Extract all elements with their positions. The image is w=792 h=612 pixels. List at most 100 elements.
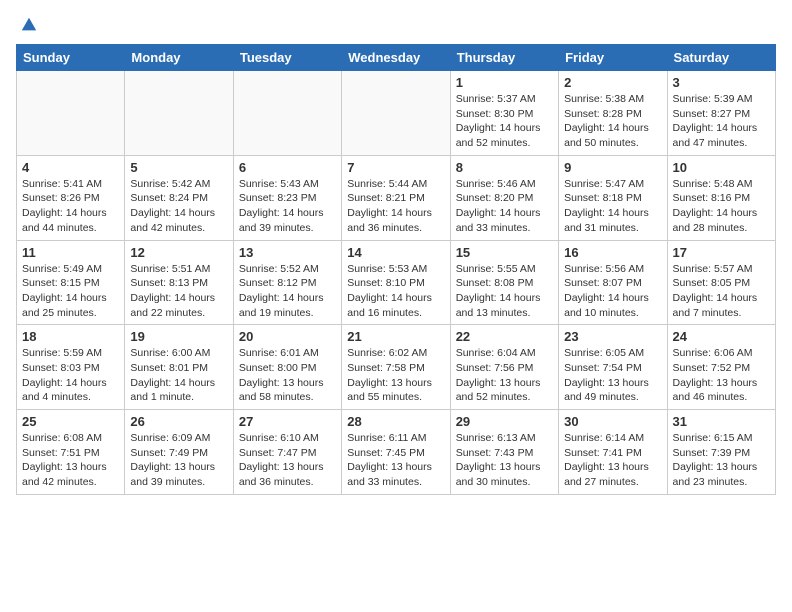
day-info: Sunrise: 5:41 AMSunset: 8:26 PMDaylight:… bbox=[22, 177, 119, 236]
calendar-body: 1 Sunrise: 5:37 AMSunset: 8:30 PMDaylight… bbox=[17, 71, 776, 495]
day-number: 1 bbox=[456, 75, 553, 90]
day-info: Sunrise: 6:04 AMSunset: 7:56 PMDaylight:… bbox=[456, 346, 553, 405]
day-info: Sunrise: 6:00 AMSunset: 8:01 PMDaylight:… bbox=[130, 346, 227, 405]
calendar-cell bbox=[342, 71, 450, 156]
day-number: 18 bbox=[22, 329, 119, 344]
calendar-cell: 12 Sunrise: 5:51 AMSunset: 8:13 PMDayligh… bbox=[125, 240, 233, 325]
day-number: 26 bbox=[130, 414, 227, 429]
logo bbox=[16, 16, 38, 34]
day-info: Sunrise: 6:05 AMSunset: 7:54 PMDaylight:… bbox=[564, 346, 661, 405]
day-info: Sunrise: 5:55 AMSunset: 8:08 PMDaylight:… bbox=[456, 262, 553, 321]
day-number: 29 bbox=[456, 414, 553, 429]
day-number: 9 bbox=[564, 160, 661, 175]
day-info: Sunrise: 5:51 AMSunset: 8:13 PMDaylight:… bbox=[130, 262, 227, 321]
calendar-cell: 28 Sunrise: 6:11 AMSunset: 7:45 PMDayligh… bbox=[342, 410, 450, 495]
calendar-cell: 1 Sunrise: 5:37 AMSunset: 8:30 PMDaylight… bbox=[450, 71, 558, 156]
week-row-5: 25 Sunrise: 6:08 AMSunset: 7:51 PMDayligh… bbox=[17, 410, 776, 495]
week-row-1: 1 Sunrise: 5:37 AMSunset: 8:30 PMDaylight… bbox=[17, 71, 776, 156]
day-number: 22 bbox=[456, 329, 553, 344]
calendar-cell: 31 Sunrise: 6:15 AMSunset: 7:39 PMDayligh… bbox=[667, 410, 775, 495]
calendar-cell: 2 Sunrise: 5:38 AMSunset: 8:28 PMDaylight… bbox=[559, 71, 667, 156]
day-info: Sunrise: 6:14 AMSunset: 7:41 PMDaylight:… bbox=[564, 431, 661, 490]
day-info: Sunrise: 6:15 AMSunset: 7:39 PMDaylight:… bbox=[673, 431, 770, 490]
day-number: 21 bbox=[347, 329, 444, 344]
calendar-cell bbox=[233, 71, 341, 156]
day-info: Sunrise: 5:52 AMSunset: 8:12 PMDaylight:… bbox=[239, 262, 336, 321]
calendar-cell: 24 Sunrise: 6:06 AMSunset: 7:52 PMDayligh… bbox=[667, 325, 775, 410]
day-number: 17 bbox=[673, 245, 770, 260]
calendar-cell: 17 Sunrise: 5:57 AMSunset: 8:05 PMDayligh… bbox=[667, 240, 775, 325]
day-header-tuesday: Tuesday bbox=[233, 45, 341, 71]
day-info: Sunrise: 6:01 AMSunset: 8:00 PMDaylight:… bbox=[239, 346, 336, 405]
calendar-cell bbox=[125, 71, 233, 156]
calendar-cell: 16Sunrise: 5:56 AMSunset: 8:07 PMDayligh… bbox=[559, 240, 667, 325]
week-row-3: 11 Sunrise: 5:49 AMSunset: 8:15 PMDayligh… bbox=[17, 240, 776, 325]
day-number: 31 bbox=[673, 414, 770, 429]
calendar-cell: 15 Sunrise: 5:55 AMSunset: 8:08 PMDayligh… bbox=[450, 240, 558, 325]
day-number: 25 bbox=[22, 414, 119, 429]
day-info: Sunrise: 6:08 AMSunset: 7:51 PMDaylight:… bbox=[22, 431, 119, 490]
day-info: Sunrise: 6:11 AMSunset: 7:45 PMDaylight:… bbox=[347, 431, 444, 490]
calendar-cell: 30Sunrise: 6:14 AMSunset: 7:41 PMDayligh… bbox=[559, 410, 667, 495]
calendar-cell: 10Sunrise: 5:48 AMSunset: 8:16 PMDayligh… bbox=[667, 155, 775, 240]
day-number: 3 bbox=[673, 75, 770, 90]
day-info: Sunrise: 5:44 AMSunset: 8:21 PMDaylight:… bbox=[347, 177, 444, 236]
calendar-cell: 3Sunrise: 5:39 AMSunset: 8:27 PMDaylight… bbox=[667, 71, 775, 156]
day-number: 4 bbox=[22, 160, 119, 175]
week-row-2: 4 Sunrise: 5:41 AMSunset: 8:26 PMDaylight… bbox=[17, 155, 776, 240]
day-info: Sunrise: 5:56 AMSunset: 8:07 PMDaylight:… bbox=[564, 262, 661, 321]
calendar-cell: 26Sunrise: 6:09 AMSunset: 7:49 PMDayligh… bbox=[125, 410, 233, 495]
week-row-4: 18 Sunrise: 5:59 AMSunset: 8:03 PMDayligh… bbox=[17, 325, 776, 410]
day-number: 14 bbox=[347, 245, 444, 260]
day-number: 27 bbox=[239, 414, 336, 429]
calendar-cell: 9 Sunrise: 5:47 AMSunset: 8:18 PMDaylight… bbox=[559, 155, 667, 240]
day-header-sunday: Sunday bbox=[17, 45, 125, 71]
day-info: Sunrise: 5:46 AMSunset: 8:20 PMDaylight:… bbox=[456, 177, 553, 236]
calendar-cell bbox=[17, 71, 125, 156]
day-number: 12 bbox=[130, 245, 227, 260]
day-number: 11 bbox=[22, 245, 119, 260]
day-number: 6 bbox=[239, 160, 336, 175]
calendar-cell: 19 Sunrise: 6:00 AMSunset: 8:01 PMDayligh… bbox=[125, 325, 233, 410]
calendar-cell: 20 Sunrise: 6:01 AMSunset: 8:00 PMDayligh… bbox=[233, 325, 341, 410]
day-info: Sunrise: 5:57 AMSunset: 8:05 PMDaylight:… bbox=[673, 262, 770, 321]
calendar-cell: 18 Sunrise: 5:59 AMSunset: 8:03 PMDayligh… bbox=[17, 325, 125, 410]
calendar-cell: 13 Sunrise: 5:52 AMSunset: 8:12 PMDayligh… bbox=[233, 240, 341, 325]
calendar-cell: 27 Sunrise: 6:10 AMSunset: 7:47 PMDayligh… bbox=[233, 410, 341, 495]
day-info: Sunrise: 5:37 AMSunset: 8:30 PMDaylight:… bbox=[456, 92, 553, 151]
day-info: Sunrise: 6:06 AMSunset: 7:52 PMDaylight:… bbox=[673, 346, 770, 405]
day-info: Sunrise: 5:49 AMSunset: 8:15 PMDaylight:… bbox=[22, 262, 119, 321]
day-number: 13 bbox=[239, 245, 336, 260]
day-number: 10 bbox=[673, 160, 770, 175]
calendar-cell: 14 Sunrise: 5:53 AMSunset: 8:10 PMDayligh… bbox=[342, 240, 450, 325]
calendar-cell: 7Sunrise: 5:44 AMSunset: 8:21 PMDaylight… bbox=[342, 155, 450, 240]
day-number: 23 bbox=[564, 329, 661, 344]
calendar-cell: 22 Sunrise: 6:04 AMSunset: 7:56 PMDayligh… bbox=[450, 325, 558, 410]
calendar-cell: 6 Sunrise: 5:43 AMSunset: 8:23 PMDaylight… bbox=[233, 155, 341, 240]
day-header-monday: Monday bbox=[125, 45, 233, 71]
day-info: Sunrise: 5:42 AMSunset: 8:24 PMDaylight:… bbox=[130, 177, 227, 236]
day-info: Sunrise: 5:43 AMSunset: 8:23 PMDaylight:… bbox=[239, 177, 336, 236]
calendar-cell: 4 Sunrise: 5:41 AMSunset: 8:26 PMDaylight… bbox=[17, 155, 125, 240]
day-number: 15 bbox=[456, 245, 553, 260]
day-number: 19 bbox=[130, 329, 227, 344]
logo-icon bbox=[20, 16, 38, 34]
page-header bbox=[16, 16, 776, 34]
day-number: 8 bbox=[456, 160, 553, 175]
day-info: Sunrise: 6:02 AMSunset: 7:58 PMDaylight:… bbox=[347, 346, 444, 405]
day-info: Sunrise: 5:53 AMSunset: 8:10 PMDaylight:… bbox=[347, 262, 444, 321]
calendar-cell: 5 Sunrise: 5:42 AMSunset: 8:24 PMDaylight… bbox=[125, 155, 233, 240]
day-number: 20 bbox=[239, 329, 336, 344]
day-info: Sunrise: 5:47 AMSunset: 8:18 PMDaylight:… bbox=[564, 177, 661, 236]
day-header-saturday: Saturday bbox=[667, 45, 775, 71]
day-header-friday: Friday bbox=[559, 45, 667, 71]
calendar-cell: 11 Sunrise: 5:49 AMSunset: 8:15 PMDayligh… bbox=[17, 240, 125, 325]
day-number: 24 bbox=[673, 329, 770, 344]
day-number: 2 bbox=[564, 75, 661, 90]
day-info: Sunrise: 5:38 AMSunset: 8:28 PMDaylight:… bbox=[564, 92, 661, 151]
day-number: 28 bbox=[347, 414, 444, 429]
day-info: Sunrise: 6:10 AMSunset: 7:47 PMDaylight:… bbox=[239, 431, 336, 490]
day-number: 5 bbox=[130, 160, 227, 175]
day-info: Sunrise: 5:59 AMSunset: 8:03 PMDaylight:… bbox=[22, 346, 119, 405]
day-header-thursday: Thursday bbox=[450, 45, 558, 71]
